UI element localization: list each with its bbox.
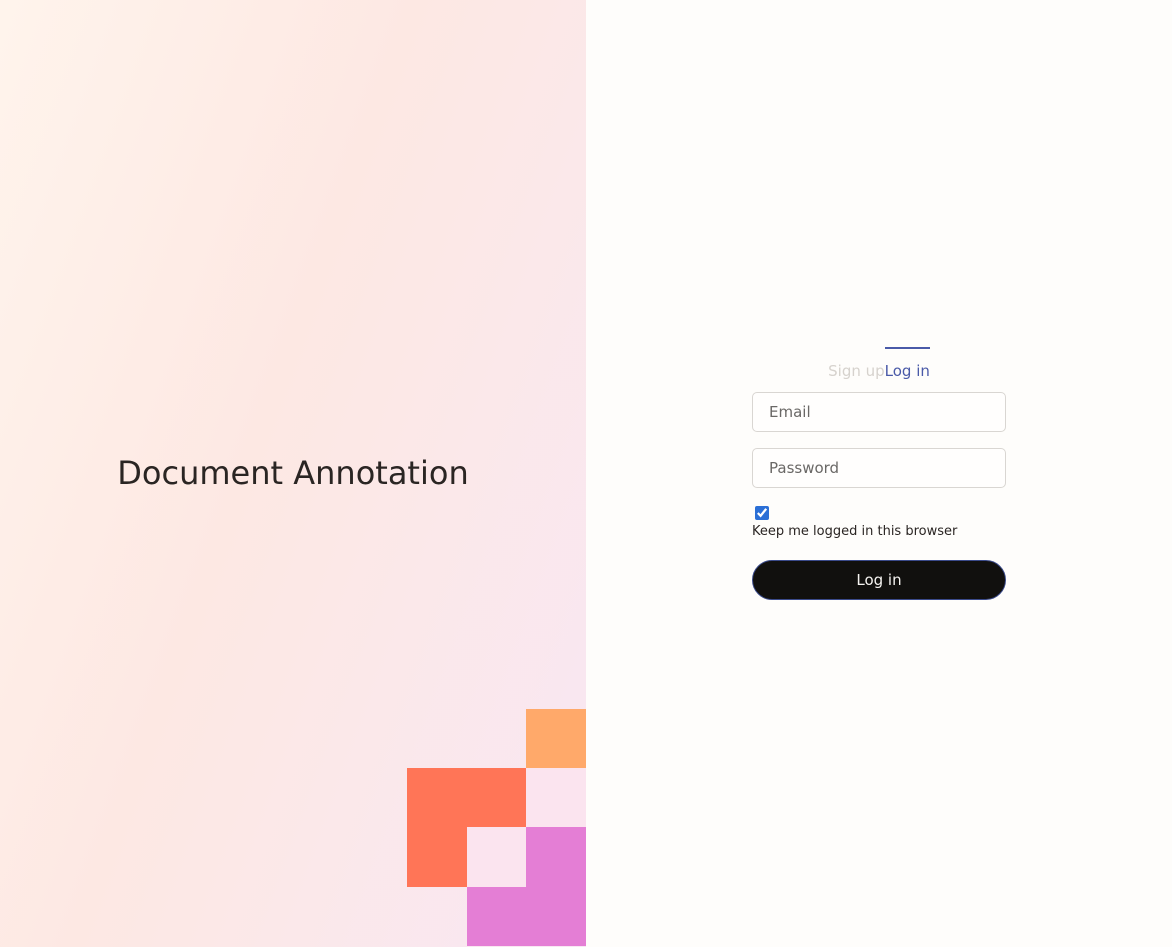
decorative-tile xyxy=(526,768,586,827)
login-page: Document Annotation Sign up Log in Keep … xyxy=(0,0,1172,947)
email-field[interactable] xyxy=(752,392,1006,432)
decorative-tile xyxy=(467,827,526,887)
decorative-tile xyxy=(407,827,467,887)
decorative-tile xyxy=(526,709,586,768)
log-in-button[interactable]: Log in xyxy=(752,560,1006,600)
password-field[interactable] xyxy=(752,448,1006,488)
decorative-tile xyxy=(407,768,526,827)
auth-panel: Sign up Log in Keep me logged in this br… xyxy=(586,0,1172,947)
login-form: Sign up Log in Keep me logged in this br… xyxy=(752,347,1006,600)
tab-log-in[interactable]: Log in xyxy=(884,347,931,383)
app-title: Document Annotation xyxy=(117,454,469,492)
decorative-tile xyxy=(526,827,586,946)
tab-sign-up[interactable]: Sign up xyxy=(828,347,885,383)
decorative-tile xyxy=(467,887,526,946)
remember-me-label[interactable]: Keep me logged in this browser xyxy=(752,523,1006,541)
brand-panel: Document Annotation xyxy=(0,0,586,947)
remember-me-checkbox[interactable] xyxy=(755,506,769,520)
auth-tabs: Sign up Log in xyxy=(752,347,1006,383)
remember-me: Keep me logged in this browser xyxy=(752,506,1006,541)
